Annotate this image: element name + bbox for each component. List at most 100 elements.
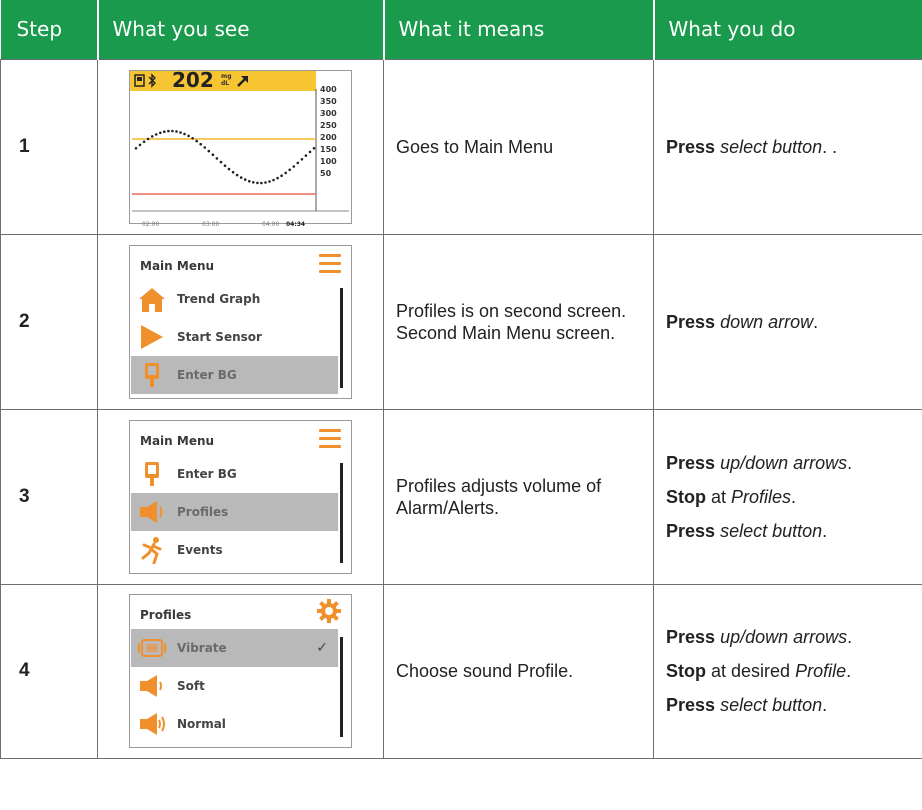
trend-point xyxy=(146,137,150,140)
meaning-text: Profiles adjusts volume of Alarm/Alerts. xyxy=(383,408,654,585)
y-tick-label: 250 xyxy=(320,120,337,130)
trend-point xyxy=(134,146,138,150)
y-tick-label: 200 xyxy=(320,132,337,142)
trend-point xyxy=(284,171,287,174)
profiles-screen: Profiles Vibrate ✓ Soft Normal xyxy=(129,594,352,748)
trend-point xyxy=(252,180,255,184)
y-tick-label: 150 xyxy=(320,144,337,154)
trend-point xyxy=(256,181,259,184)
trend-point xyxy=(167,129,170,132)
trend-graph-screen: 202 mg dL 400 350 300 250 200 150 100 50… xyxy=(129,69,352,228)
header-step: Step xyxy=(0,0,99,59)
menu-title: Main Menu xyxy=(140,433,215,448)
y-tick-label: 100 xyxy=(320,156,337,166)
trend-point xyxy=(227,167,231,170)
blood-drop-meter-icon xyxy=(145,461,159,486)
screen-cell: Profiles Vibrate ✓ Soft Normal xyxy=(97,583,384,759)
table-row: 3 Main Menu Enter BG Profiles Events Pro… xyxy=(0,408,922,585)
action-line: Press up/down arrows. xyxy=(666,627,853,647)
trend-point xyxy=(276,176,279,179)
trend-point xyxy=(260,181,263,184)
trend-point xyxy=(179,130,182,134)
y-tick-label: 350 xyxy=(320,96,337,106)
action-cell: Press down arrow. xyxy=(653,233,922,410)
trend-point xyxy=(296,161,300,164)
menu-item-enter-bg: Enter BG xyxy=(131,355,338,394)
trend-point xyxy=(142,140,146,143)
trend-point xyxy=(288,168,291,171)
trend-point xyxy=(312,146,316,150)
table-row: 4 Profiles Vibrate ✓ Soft Normal Choose … xyxy=(0,583,922,759)
meaning-text: Choose sound Profile. xyxy=(383,583,654,759)
action-cell: Press up/down arrows. Stop at Profiles. … xyxy=(653,408,922,585)
menu-title: Profiles xyxy=(140,608,192,622)
trend-point xyxy=(223,163,227,167)
gear-icon xyxy=(317,599,341,623)
action-line: Press up/down arrows. xyxy=(666,452,853,473)
trend-point xyxy=(154,132,158,136)
house-icon xyxy=(139,287,165,312)
trend-point xyxy=(150,134,154,138)
x-tick-label: 04:00 xyxy=(262,220,280,228)
trend-point xyxy=(203,145,207,149)
trend-point xyxy=(268,179,271,183)
trend-point xyxy=(304,153,308,157)
trend-point xyxy=(264,180,267,184)
trend-point xyxy=(183,132,186,135)
scrollbar xyxy=(340,462,343,563)
trend-point xyxy=(243,177,247,181)
step-number: 1 xyxy=(0,58,98,235)
action-line: Press select button. xyxy=(666,695,828,715)
screen-cell: Main Menu Enter BG Profiles Events xyxy=(97,408,384,585)
trend-point xyxy=(191,136,194,140)
trend-point xyxy=(308,150,312,153)
speaker-icon xyxy=(140,500,163,523)
menu-item-vibrate: Vibrate ✓ xyxy=(131,629,338,667)
trend-point xyxy=(159,131,162,134)
menu-item-enter-bg: Enter BG xyxy=(131,455,338,493)
table-row: 1 202 mg dL 400 350 300 250 200 150 100 … xyxy=(0,58,922,235)
speaker-normal-icon xyxy=(140,713,165,735)
trend-point xyxy=(171,129,174,132)
trend-point xyxy=(248,179,251,182)
trend-point xyxy=(300,157,304,161)
action-cell: Press up/down arrows. Stop at desired Pr… xyxy=(653,583,922,759)
screen-cell: 202 mg dL 400 350 300 250 200 150 100 50… xyxy=(97,58,384,235)
y-tick-label: 400 xyxy=(320,84,337,94)
trend-point xyxy=(235,173,239,176)
trend-point xyxy=(138,143,142,146)
header-what-you-see: What you see xyxy=(97,0,385,59)
x-tick-label: 02:00 xyxy=(142,220,160,228)
action-line: Press select button. xyxy=(666,520,828,541)
trend-point xyxy=(199,142,202,145)
y-tick-label: 300 xyxy=(320,108,337,118)
x-tick-label: 03:00 xyxy=(202,220,220,228)
menu-item-events: Events xyxy=(131,531,338,569)
trend-point xyxy=(207,149,211,152)
play-triangle-icon xyxy=(141,324,163,349)
current-time-label: 04:34 xyxy=(286,220,306,228)
y-tick-label: 50 xyxy=(320,168,332,178)
meaning-text: Profiles is on second screen. Second Mai… xyxy=(383,233,654,410)
trend-point xyxy=(280,173,283,177)
vibrate-icon xyxy=(138,639,166,657)
step-number: 3 xyxy=(0,408,98,585)
menu-item-profiles: Profiles xyxy=(131,492,338,531)
trend-point xyxy=(187,134,190,137)
trend-point xyxy=(219,160,223,163)
trend-point xyxy=(175,129,178,133)
meaning-text: Goes to Main Menu xyxy=(383,58,654,235)
step-number: 2 xyxy=(0,233,98,410)
hamburger-icon xyxy=(319,428,341,453)
speaker-soft-icon xyxy=(140,675,162,697)
trend-point xyxy=(272,178,275,181)
y-axis-labels: 400 350 300 250 200 150 100 50 xyxy=(320,84,337,180)
glucose-trend-series xyxy=(134,129,316,184)
main-menu-screen: Main Menu Enter BG Profiles Events xyxy=(129,419,352,574)
action-cell: Press select button. . xyxy=(653,58,922,235)
trend-point xyxy=(215,156,219,160)
step-number: 4 xyxy=(0,583,98,759)
menu-item-start-sensor: Start Sensor xyxy=(131,318,338,356)
menu-item-soft: Soft xyxy=(131,667,338,705)
menu-item-normal: Normal xyxy=(131,705,338,743)
